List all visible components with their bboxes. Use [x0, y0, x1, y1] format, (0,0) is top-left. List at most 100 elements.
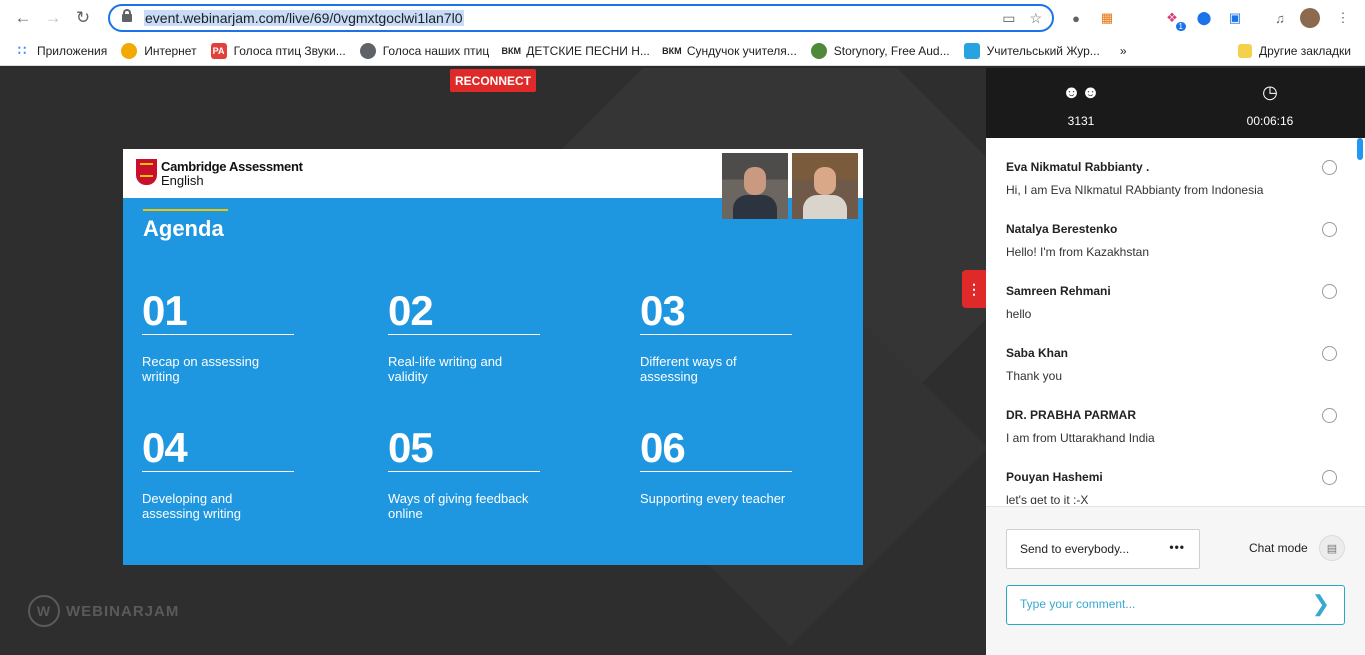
papa-icon: PA [210, 42, 227, 59]
extension-puzzle-icon[interactable]: ❖ 1 [1162, 8, 1186, 31]
presentation-stage: RECONNECT Cambridge Assessment English A… [0, 68, 986, 655]
message-select-radio[interactable] [1322, 284, 1337, 299]
back-arrow-icon[interactable]: ← [8, 3, 38, 33]
chat-message: Saba Khan Thank you [1006, 346, 1346, 383]
browser-toolbar: ← → ↻ event.webinarjam.com/live/69/0vgmx… [0, 0, 1365, 36]
address-bar[interactable]: event.webinarjam.com/live/69/0vgmxtgoclw… [108, 4, 1054, 32]
extension-shield-icon[interactable]: ⬤ [1194, 8, 1214, 28]
bookmark-teacher-chest[interactable]: ВКМ Сундучок учителя... [662, 43, 797, 59]
extension-grid-icon[interactable]: ▦ [1097, 8, 1117, 28]
agenda-item-number: 01 [142, 287, 188, 334]
message-author: Natalya Berestenko [1006, 222, 1118, 236]
agenda-item-text: Recap on assessing writing [142, 354, 260, 384]
chat-message: Samreen Rehmani hello [1006, 284, 1346, 321]
message-select-radio[interactable] [1322, 222, 1337, 237]
message-text: Hi, I am Eva NIkmatul RAbbianty from Ind… [1006, 183, 1264, 197]
vertical-dots-icon: ⋮ [967, 280, 981, 297]
chat-mode-label: Chat mode [1249, 541, 1308, 555]
bookmark-star-icon[interactable]: ☆ [1029, 10, 1042, 27]
agenda-item-text: Ways of giving feedback online [388, 491, 529, 521]
message-text: let's get to it :-X [1006, 493, 1089, 504]
browser-menu-icon[interactable]: ⋮ [1333, 8, 1353, 28]
url-text[interactable]: event.webinarjam.com/live/69/0vgmxtgoclw… [144, 10, 464, 26]
agenda-item-number: 05 [388, 424, 434, 471]
folder-icon [1238, 43, 1253, 58]
message-select-radio[interactable] [1322, 160, 1337, 175]
bookmark-internet[interactable]: Интернет [121, 42, 197, 59]
message-select-radio[interactable] [1322, 470, 1337, 485]
reload-icon[interactable]: ↻ [68, 3, 98, 33]
bookmark-apps[interactable]: ∷ Приложения [14, 43, 107, 59]
chat-panel: ☻☻ 3131 ◷ 00:06:16 Eva Nikmatul Rabbiant… [986, 68, 1365, 655]
journal-icon [963, 42, 980, 59]
agenda-item-number: 04 [142, 424, 188, 471]
bookmark-kids-songs[interactable]: ВКМ ДЕТСКИЕ ПЕСНИ Н... [501, 43, 649, 59]
globe-icon [359, 42, 376, 59]
extension-badge: 1 [1175, 22, 1186, 31]
heading-accent-line [143, 209, 228, 211]
reconnect-button[interactable]: RECONNECT [450, 69, 536, 92]
attendee-count[interactable]: ☻☻ 3131 [1021, 80, 1141, 128]
chat-message: Natalya Berestenko Hello! I'm from Kazak… [1006, 222, 1346, 259]
agenda-item: 04 Developing and assessing writing [142, 427, 294, 521]
bkm-icon: ВКМ [662, 45, 682, 56]
profile-avatar[interactable] [1300, 8, 1320, 28]
bookmark-teacher-journal[interactable]: Учительський Жур... [963, 42, 1100, 59]
extension-circle-icon[interactable]: ● [1066, 8, 1086, 28]
bookmarks-bar: ∷ Приложения Интернет PA Голоса птиц Звуки… [0, 36, 1365, 66]
chat-message: Eva Nikmatul Rabbianty . Hi, I am Eva NI… [1006, 160, 1346, 197]
webinarjam-logo-icon: W [28, 595, 60, 627]
message-select-radio[interactable] [1322, 346, 1337, 361]
comment-input[interactable] [1020, 597, 1300, 611]
agenda-item-number: 03 [640, 287, 686, 334]
agenda-item-text: Real-life writing and validity [388, 354, 503, 384]
message-author: Saba Khan [1006, 346, 1069, 360]
bookmark-other[interactable]: Другие закладки [1238, 43, 1351, 58]
send-arrow-icon[interactable]: ❯ [1312, 593, 1330, 615]
side-menu-toggle[interactable]: ⋮ [962, 270, 986, 308]
agenda-item-text: Supporting every teacher [640, 491, 786, 506]
chat-message-list[interactable]: Eva Nikmatul Rabbianty . Hi, I am Eva NI… [986, 138, 1365, 504]
message-author: Eva Nikmatul Rabbianty . [1006, 160, 1150, 174]
cambridge-crest-icon [136, 159, 157, 185]
globe-icon [121, 42, 138, 59]
message-text: I am from Uttarakhand India [1006, 431, 1155, 445]
message-author: Pouyan Hashemi [1006, 470, 1103, 484]
agenda-item-number: 06 [640, 424, 686, 471]
attendees-icon: ☻☻ [1062, 82, 1100, 102]
forward-arrow-icon[interactable]: → [38, 3, 68, 33]
agenda-item: 01 Recap on assessing writing [142, 290, 294, 384]
send-to-dropdown[interactable]: Send to everybody... ••• [1006, 529, 1200, 569]
agenda-item-text: Different ways of assessing [640, 354, 737, 384]
chat-message: Pouyan Hashemi let's get to it :-X [1006, 470, 1346, 504]
more-dots-icon: ••• [1169, 540, 1185, 554]
bookmark-bird-voices[interactable]: PA Голоса птиц Звуки... [210, 42, 346, 59]
clock-icon: ◷ [1262, 82, 1278, 102]
bookmark-our-birds[interactable]: Голоса наших птиц [359, 42, 489, 59]
lock-icon [122, 9, 132, 22]
chat-compose: Send to everybody... ••• Chat mode ▤ ❯ [986, 506, 1365, 655]
agenda-item: 03 Different ways of assessing [640, 290, 792, 384]
media-queue-icon[interactable]: ♫ [1270, 8, 1290, 28]
message-author: DR. PRABHA PARMAR [1006, 408, 1136, 422]
message-select-radio[interactable] [1322, 408, 1337, 423]
chat-scrollbar[interactable] [1357, 138, 1363, 160]
extension-box-icon[interactable]: ▣ [1225, 8, 1245, 28]
agenda-item: 06 Supporting every teacher [640, 427, 792, 506]
message-author: Samreen Rehmani [1006, 284, 1111, 298]
message-text: hello [1006, 307, 1032, 321]
apps-grid-icon: ∷ [17, 42, 27, 58]
bookmarks-overflow[interactable]: » [1120, 44, 1127, 58]
agenda-item-number: 02 [388, 287, 434, 334]
message-text: Hello! I'm from Kazakhstan [1006, 245, 1150, 259]
agenda-item: 05 Ways of giving feedback online [388, 427, 540, 521]
comment-field[interactable]: ❯ [1006, 585, 1345, 625]
chat-mode-button[interactable]: ▤ [1319, 535, 1345, 561]
bookmark-storynory[interactable]: Storynory, Free Aud... [810, 42, 950, 59]
agenda-item: 02 Real-life writing and validity [388, 290, 540, 384]
chat-bubble-icon: ▤ [1326, 542, 1338, 555]
cast-icon[interactable]: ▭ [1002, 10, 1015, 27]
elapsed-timer: ◷ 00:06:16 [1210, 80, 1330, 128]
presenter-video-1 [722, 153, 788, 219]
slide-heading: Agenda [143, 216, 224, 241]
